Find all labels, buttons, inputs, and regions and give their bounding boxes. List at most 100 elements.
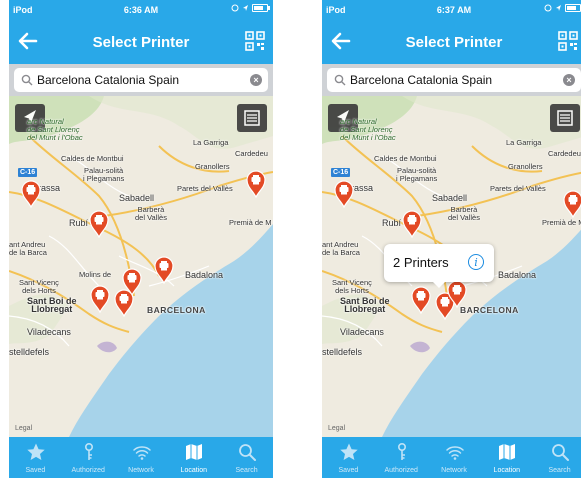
map-label-badalona: Badalona [185,270,224,280]
map-label-premia: Premià de M [229,218,272,227]
map-label-viladecans: Viladecans [27,327,71,337]
map-label-park: arc Natural de Sant Llorenç del Munt i l… [27,117,83,142]
map-label-barbera: Barberà del Vallès [135,205,167,222]
tab-location[interactable]: Location [480,437,533,478]
info-icon[interactable]: i [468,254,484,270]
tab-network[interactable]: Network [115,437,168,478]
tab-label: Network [128,467,154,474]
map-label-la-garriga: La Garriga [193,138,229,147]
tab-network[interactable]: Network [428,437,481,478]
status-time: 6:37 AM [436,5,472,15]
search-icon [552,444,570,461]
wifi-icon [132,446,151,460]
map-icon [499,444,516,460]
tab-search[interactable]: Search [533,437,581,478]
search-bar: Barcelona Catalonia Spain × [322,64,581,96]
list-view-button[interactable] [550,104,580,132]
tab-label: Authorized [71,467,105,474]
tab-authorized[interactable]: Authorized [375,437,428,478]
printer-pin[interactable] [410,286,432,315]
map-label-granollers: Granollers [508,162,543,171]
tab-label: Saved [25,467,46,474]
map-label-park: arc Natural de Sant Llorenç del Munt i l… [340,117,396,142]
map-label-rubi: Rubí [69,218,89,228]
map-label-palau: Palau-solità i Plegamans [396,166,438,183]
map-label-sant-boi: Sant Boi de Llobregat [27,296,77,314]
map-view[interactable]: C-16 arc Natural de Sant Llorenç del Mun… [322,96,581,437]
map-legal-link[interactable]: Legal [328,425,345,432]
printer-pin[interactable] [153,256,175,285]
clear-search-icon[interactable]: × [250,74,262,86]
battery-icon [252,4,270,12]
map-label-viladecans: Viladecans [340,327,384,337]
wifi-icon [445,446,464,460]
map-label-castelldefels: stelldefels [322,347,363,357]
tab-location[interactable]: Location [167,437,220,478]
status-bar: iPod 6:36 AM [9,0,273,20]
tab-bar: Saved Authorized Network Location Search [322,437,581,478]
search-input[interactable]: Barcelona Catalonia Spain × [327,68,581,92]
map-label-premia: Premià de M [542,218,581,227]
list-view-button[interactable] [237,104,267,132]
search-value: Barcelona Catalonia Spain [350,73,493,87]
tab-authorized[interactable]: Authorized [62,437,115,478]
map-label-parets: Parets del Vallès [490,184,546,193]
printer-pin[interactable] [333,180,355,209]
printer-pin[interactable] [245,170,267,199]
search-input[interactable]: Barcelona Catalonia Spain × [14,68,268,92]
alarm-icon [231,4,239,12]
key-icon [84,442,93,460]
map-label-sabadell: Sabadell [119,193,155,203]
nav-bar: Select Printer [322,20,581,64]
map-icon [186,444,203,460]
search-value: Barcelona Catalonia Spain [37,73,180,87]
printers-callout[interactable]: 2 Printers i [384,244,494,288]
map-label-barbera: Barberà del Vallès [448,205,480,222]
tab-search[interactable]: Search [220,437,273,478]
search-icon [239,444,257,461]
list-icon [557,110,573,126]
printer-pin[interactable] [20,180,42,209]
star-icon [27,443,45,460]
printer-pin[interactable] [401,210,423,239]
tab-label: Search [548,467,571,474]
screen-right: iPod 6:37 AM Select Printer Barcelona Ca… [322,0,581,478]
map-label-badalona: Badalona [498,270,537,280]
location-arrow-icon [556,5,561,11]
tab-label: Location [493,467,521,474]
tab-label: Network [441,467,467,474]
map-label-sant-andreu: ant Andreu de la Barca [9,240,47,257]
map-label-sant-vicenc: Sant Vicenç dels Horts [19,278,59,295]
qr-code-icon[interactable] [245,31,265,51]
qr-code-icon[interactable] [558,31,578,51]
map-label-cardedeu: Cardedeu [235,149,268,158]
page-title: Select Printer [92,34,190,51]
map-legal-link[interactable]: Legal [15,425,32,432]
road-shield-c16: C-16 [331,168,351,177]
status-bar: iPod 6:37 AM [322,0,581,20]
printer-pin[interactable] [89,285,111,314]
printer-pin[interactable] [446,280,468,309]
magnifier-icon [21,74,33,86]
map-background [9,96,273,437]
alarm-icon [544,4,552,12]
key-icon [397,442,406,460]
map-label-sant-vicenc: Sant Vicenç dels Horts [332,278,372,295]
screen-left: iPod 6:36 AM Select Printer Barcelona Ca… [9,0,273,478]
tab-label: Authorized [384,467,418,474]
map-label-cardedeu: Cardedeu [548,149,581,158]
map-label-granollers: Granollers [195,162,230,171]
tab-label: Search [235,467,258,474]
tab-saved[interactable]: Saved [322,437,375,478]
clear-search-icon[interactable]: × [563,74,575,86]
star-icon [340,443,358,460]
map-view[interactable]: C-16 arc Natural de Sant Llorenç del Mun… [9,96,273,437]
page-title: Select Printer [405,34,503,51]
printer-pin[interactable] [113,289,135,318]
printer-pin[interactable] [562,190,581,219]
map-label-molins: Molins de [79,270,112,279]
map-label-sant-andreu: ant Andreu de la Barca [322,240,360,257]
printer-pin[interactable] [88,210,110,239]
map-label-parets: Parets del Vallès [177,184,233,193]
tab-saved[interactable]: Saved [9,437,62,478]
